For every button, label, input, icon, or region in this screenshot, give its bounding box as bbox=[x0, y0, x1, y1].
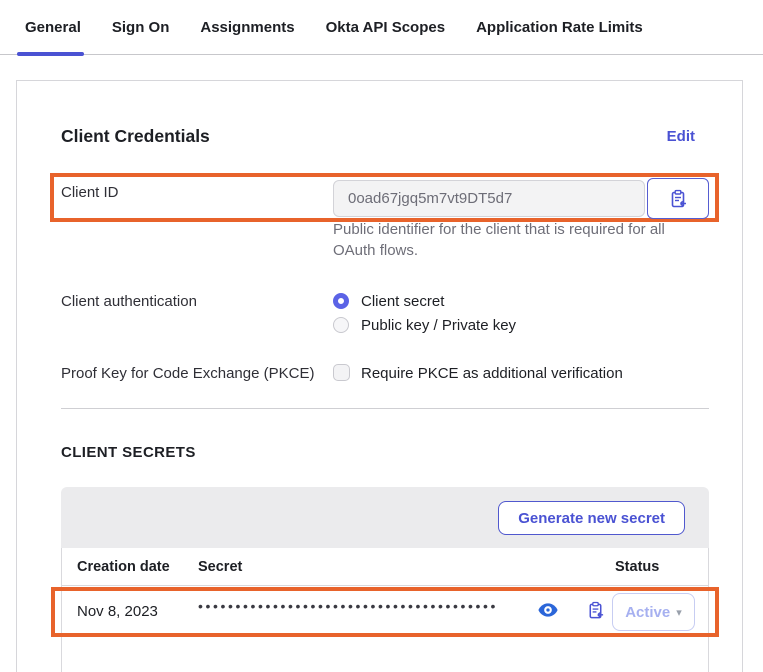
tab-assignments[interactable]: Assignments bbox=[200, 0, 294, 55]
col-header-secret: Secret bbox=[198, 559, 242, 575]
col-header-creation-date: Creation date bbox=[77, 559, 170, 575]
client-id-value-field[interactable]: 0oad67jgq5m7vt9DT5d7 bbox=[333, 180, 645, 217]
client-id-help-text: Public identifier for the client that is… bbox=[333, 219, 685, 261]
radio-public-private-key[interactable] bbox=[333, 317, 349, 333]
pkce-checkbox[interactable] bbox=[333, 364, 350, 381]
client-credentials-title: Client Credentials bbox=[61, 126, 210, 147]
radio-public-private-key-label[interactable]: Public key / Private key bbox=[361, 317, 516, 334]
clipboard-copy-icon bbox=[668, 189, 688, 209]
client-secrets-title: CLIENT SECRETS bbox=[61, 444, 196, 461]
table-header-row: Creation date Secret Status bbox=[62, 548, 708, 586]
generate-new-secret-button[interactable]: Generate new secret bbox=[498, 501, 685, 535]
edit-button[interactable]: Edit bbox=[667, 128, 695, 145]
copy-client-id-button[interactable] bbox=[647, 178, 709, 219]
radio-client-secret[interactable] bbox=[333, 293, 349, 309]
secret-row-highlight-box bbox=[51, 587, 719, 637]
radio-client-secret-label[interactable]: Client secret bbox=[361, 293, 444, 310]
tab-application-rate-limits[interactable]: Application Rate Limits bbox=[476, 0, 643, 55]
client-secrets-toolbar: Generate new secret bbox=[61, 487, 709, 548]
client-authentication-label: Client authentication bbox=[61, 293, 197, 310]
tab-general[interactable]: General bbox=[25, 0, 81, 55]
pkce-checkbox-label[interactable]: Require PKCE as additional verification bbox=[361, 365, 623, 382]
section-divider bbox=[61, 408, 709, 409]
tab-okta-api-scopes[interactable]: Okta API Scopes bbox=[326, 0, 446, 55]
app-settings-page: General Sign On Assignments Okta API Sco… bbox=[0, 0, 763, 672]
client-id-label: Client ID bbox=[61, 184, 119, 201]
pkce-label: Proof Key for Code Exchange (PKCE) bbox=[61, 365, 314, 382]
col-header-status: Status bbox=[615, 559, 659, 575]
tab-bar: General Sign On Assignments Okta API Sco… bbox=[0, 0, 763, 55]
client-credentials-card: Client Credentials Edit Client ID 0oad67… bbox=[16, 80, 743, 672]
tab-sign-on[interactable]: Sign On bbox=[112, 0, 170, 55]
